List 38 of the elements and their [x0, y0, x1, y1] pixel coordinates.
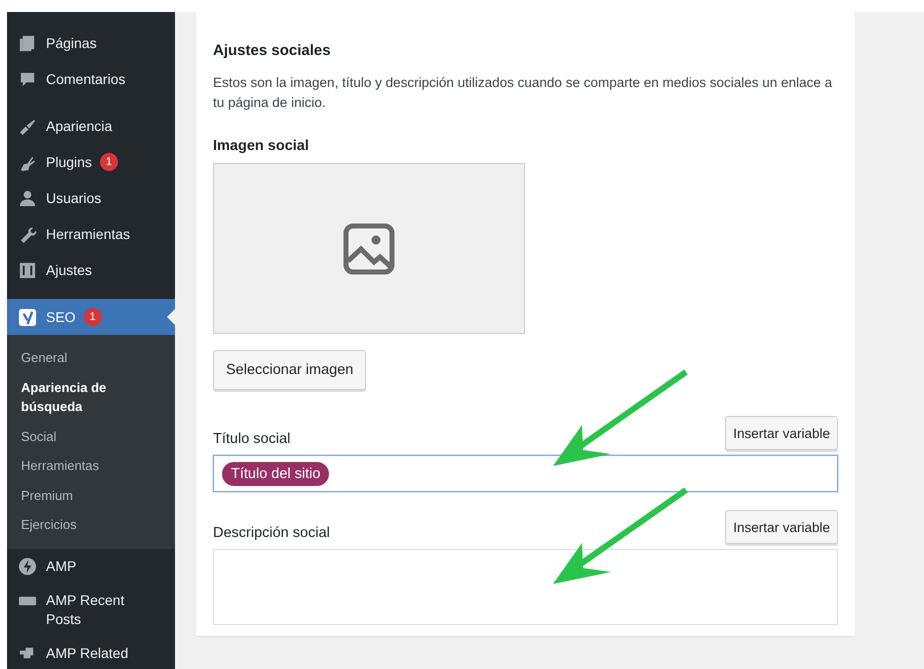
count-badge: 1	[84, 308, 102, 326]
title-field[interactable]: Título del sitio	[213, 455, 838, 492]
image-placeholder[interactable]	[213, 163, 525, 334]
menu-item[interactable]: Apariencia	[7, 108, 175, 144]
field-label: Título social	[213, 431, 290, 449]
insert-variable-button[interactable]: Insertar variable	[725, 416, 838, 450]
menu-item[interactable]: Plugins 1	[7, 144, 175, 180]
select-image-button[interactable]: Seleccionar imagen	[213, 350, 366, 390]
variable-tag: Título del sitio	[222, 462, 330, 486]
submenu-item[interactable]: Ejercicios	[7, 510, 175, 540]
pages-icon	[18, 34, 37, 52]
field-label: Descripción social	[213, 525, 330, 543]
menu-item[interactable]: Ajustes	[7, 252, 175, 288]
submenu-item[interactable]: Premium	[7, 480, 175, 510]
submenu-item[interactable]: Apariencia de búsqueda	[7, 372, 145, 422]
submenu-item[interactable]: General	[7, 343, 175, 372]
section-title: Ajustes sociales	[213, 42, 332, 59]
section-description: Estos son la imagen, título y descripción utilizados cuando se comparte en medios sociales un enlace a tu página de inicio.	[213, 74, 834, 112]
menu-item[interactable]: AMP	[7, 548, 175, 582]
insert-variable-button[interactable]: Insertar variable	[725, 510, 838, 544]
menu-item-active[interactable]: SEO 1	[7, 299, 175, 335]
menu-item[interactable]: Usuarios	[7, 180, 175, 216]
image-icon	[343, 222, 395, 274]
submenu-item[interactable]: Herramientas	[7, 451, 175, 480]
submenu-item[interactable]: Social	[7, 422, 175, 451]
logo-icon	[18, 308, 37, 326]
bolt-icon	[18, 556, 37, 576]
menu-item[interactable]: AMP Related	[7, 636, 175, 669]
sliders-icon	[18, 260, 37, 280]
menu-item[interactable]: Páginas	[7, 25, 175, 61]
menu-item[interactable]: Herramientas	[7, 216, 175, 252]
field-label: Imagen social	[213, 138, 310, 154]
description-field[interactable]	[213, 549, 838, 625]
menu-item[interactable]: Comentarios	[7, 61, 175, 97]
user-icon	[18, 188, 37, 208]
menu-item[interactable]: AMP Recent Posts	[7, 582, 175, 636]
count-badge: 1	[100, 153, 118, 171]
wrench-icon	[18, 224, 37, 244]
